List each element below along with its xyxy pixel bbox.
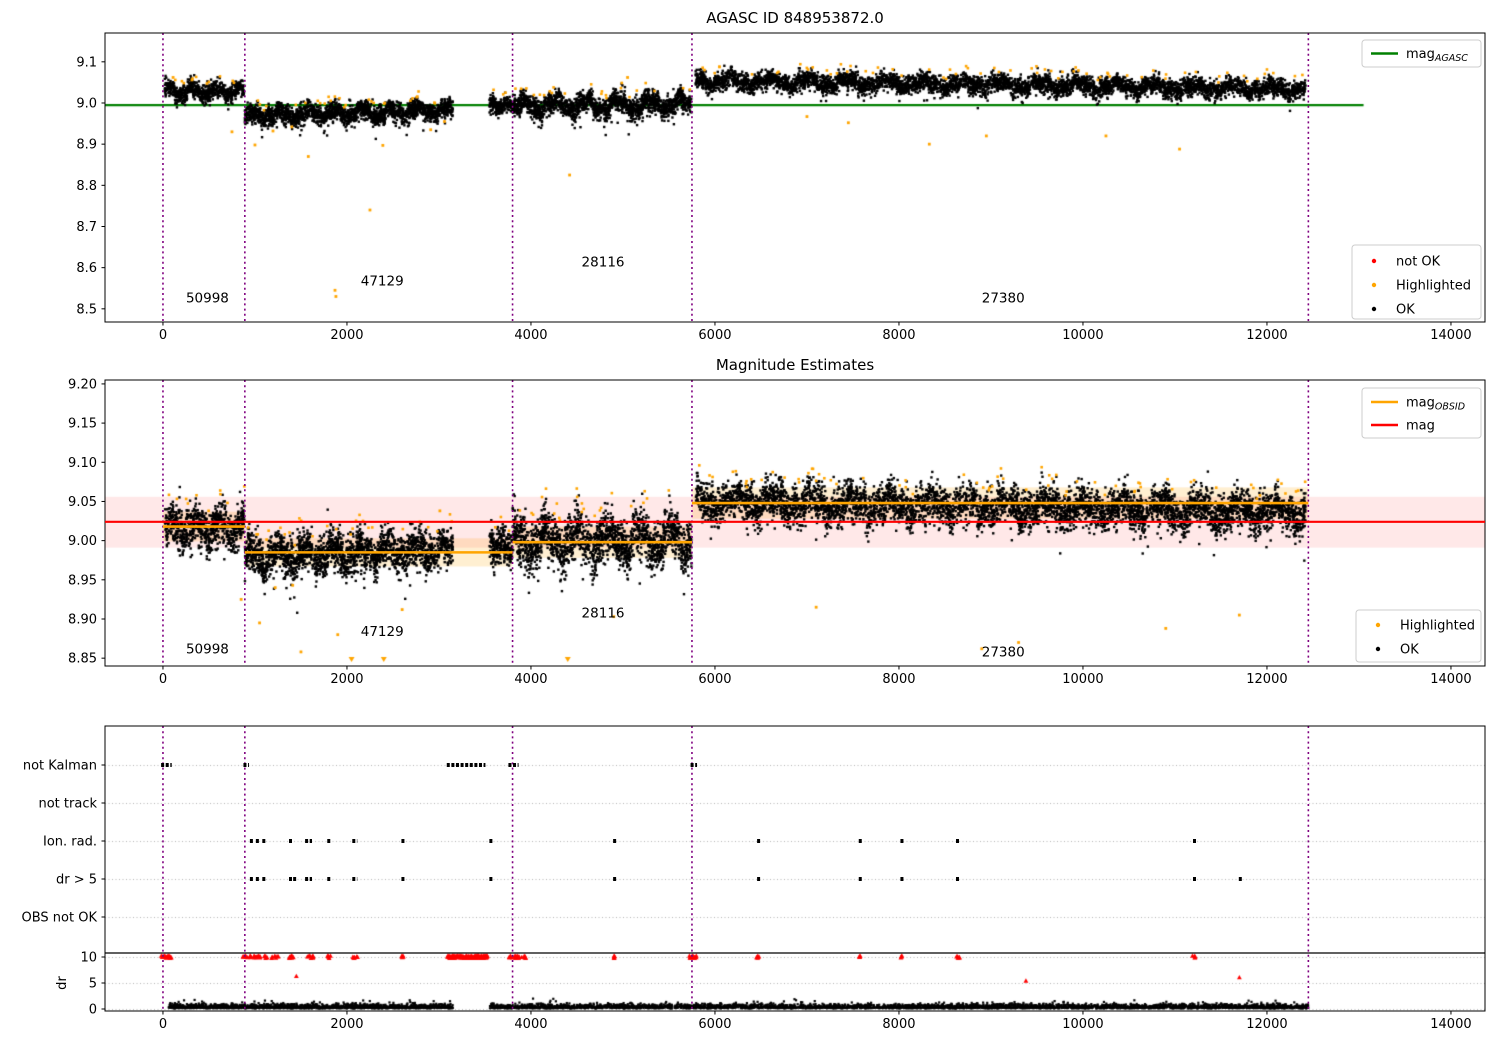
x-tick-label: 12000 — [1246, 328, 1287, 343]
plot-0: 0 2000 4000 6000 8000 10000 12000 14000 8.5 8.6 8.… — [76, 9, 1486, 343]
y-tick-label: 9.00 — [68, 534, 97, 549]
dr-tick-label: 5 — [89, 977, 97, 992]
flag-row-label: Ion. rad. — [43, 835, 97, 850]
matplotlib-figure: 0 2000 4000 6000 8000 10000 12000 14000 8.5 8.6 8.… — [0, 0, 1500, 1050]
axes-frame — [104, 32, 1486, 323]
y-tick-label: 9.05 — [68, 495, 97, 510]
legend-top-scatter: not OK Highlighted OK — [1351, 244, 1482, 320]
legend-middle-scatter: Highlighted OK — [1355, 609, 1482, 663]
y-tick-label: 8.5 — [76, 302, 97, 317]
x-tick-label: 14000 — [1430, 672, 1471, 687]
obsid-label: 47129 — [361, 624, 404, 640]
flag-row-label: not track — [38, 797, 97, 812]
obsid-label: 50998 — [186, 641, 229, 657]
obsid-label: 27380 — [982, 291, 1025, 307]
plot-title: Magnitude Estimates — [716, 356, 874, 374]
y-tick-label: 8.7 — [76, 220, 97, 235]
legend-label: Highlighted — [1400, 619, 1475, 634]
y-tick-label: 8.95 — [68, 573, 97, 588]
x-tick-label: 10000 — [1062, 328, 1103, 343]
x-tick-label: 0 — [159, 672, 167, 687]
x-tick-label: 10000 — [1062, 1017, 1103, 1032]
x-tick-label: 12000 — [1246, 672, 1287, 687]
legend-dot-swatch — [1371, 306, 1377, 312]
plot-title: AGASC ID 848953872.0 — [706, 9, 884, 27]
x-tick-label: 6000 — [698, 672, 731, 687]
flag-row-label: not Kalman — [23, 759, 97, 774]
y-tick-label: 8.6 — [76, 261, 97, 276]
obsid-label: 47129 — [361, 273, 404, 289]
obsid-label: 50998 — [186, 291, 229, 307]
figure-overlay: 0 2000 4000 6000 8000 10000 12000 140008.58.68.… — [22, 9, 1486, 1032]
magnitude-lines — [105, 501, 1485, 554]
legend-dot-swatch — [1375, 622, 1381, 628]
dr-axis-label: dr — [55, 976, 70, 990]
dr-tick-label: 10 — [80, 951, 97, 966]
axes-frame — [104, 725, 1486, 1012]
legend-mag-agasc: magAGASC — [1361, 39, 1482, 68]
dr-tick-label: 0 — [89, 1003, 97, 1018]
y-tick-label: 8.9 — [76, 138, 97, 153]
y-tick-label: 9.1 — [76, 55, 97, 70]
y-tick-label: 8.90 — [68, 612, 97, 627]
x-tick-label: 4000 — [514, 672, 547, 687]
obsid-label: 28116 — [582, 605, 625, 621]
legend-dot-swatch — [1375, 646, 1381, 652]
x-tick-label: 0 — [159, 1017, 167, 1032]
x-tick-label: 12000 — [1246, 1017, 1287, 1032]
legend-label: OK — [1400, 643, 1419, 658]
obsid-label: 28116 — [582, 254, 625, 270]
legend-label: OK — [1396, 303, 1415, 318]
x-tick-label: 2000 — [330, 328, 363, 343]
obsid-label: 27380 — [982, 645, 1025, 661]
x-tick-label: 6000 — [698, 1017, 731, 1032]
y-tick-label: 8.85 — [68, 652, 97, 667]
axes-frame — [104, 379, 1486, 667]
x-tick-label: 8000 — [882, 328, 915, 343]
y-tick-label: 9.20 — [68, 377, 97, 392]
flag-row-label: OBS not OK — [22, 911, 98, 926]
y-tick-label: 8.8 — [76, 179, 97, 194]
x-tick-label: 2000 — [330, 672, 363, 687]
legend-label: not OK — [1396, 255, 1441, 270]
legend-dot-swatch — [1371, 282, 1377, 288]
flags-panel: not Kalman not track Ion. rad. dr > 5 OBS no… — [22, 759, 1485, 1018]
legend-label: Highlighted — [1396, 279, 1471, 294]
legend-dot-swatch — [1371, 258, 1377, 264]
y-tick-label: 9.15 — [68, 417, 97, 432]
legend-middle-lines: magOBSIDmag — [1361, 387, 1482, 439]
legend-label: mag — [1406, 419, 1435, 434]
x-tick-label: 0 — [159, 328, 167, 343]
x-tick-label: 8000 — [882, 1017, 915, 1032]
x-tick-label: 6000 — [698, 328, 731, 343]
x-tick-label: 14000 — [1430, 328, 1471, 343]
x-tick-label: 4000 — [514, 328, 547, 343]
x-tick-label: 10000 — [1062, 672, 1103, 687]
y-tick-label: 9.0 — [76, 96, 97, 111]
x-tick-label: 4000 — [514, 1017, 547, 1032]
y-tick-label: 9.10 — [68, 456, 97, 471]
x-tick-label: 14000 — [1430, 1017, 1471, 1032]
flag-row-label: dr > 5 — [56, 873, 97, 888]
x-tick-label: 8000 — [882, 672, 915, 687]
x-tick-label: 2000 — [330, 1017, 363, 1032]
